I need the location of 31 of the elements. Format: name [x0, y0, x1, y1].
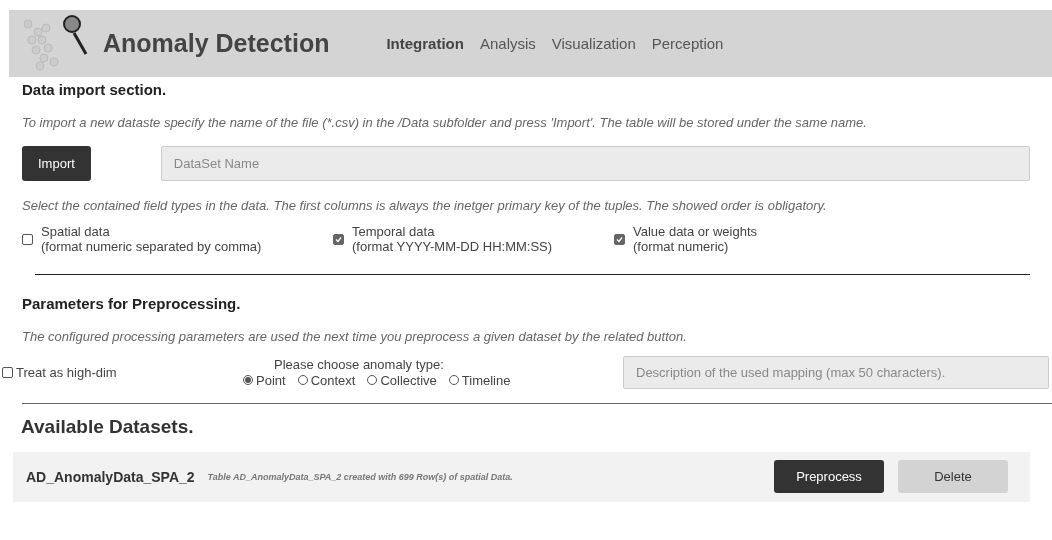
checkbox[interactable] — [333, 234, 344, 246]
nav-tab[interactable]: Visualization — [549, 31, 638, 56]
instruction-text: To import a new dataste specify the name of the file (*.csv) in the /Data subfolder and press 'Import'. The table will be stored under the same name. — [22, 115, 868, 130]
dataset-name-field[interactable]: DataSet Name — [160, 146, 1030, 181]
nav-tab[interactable]: Integration — [384, 31, 466, 56]
section-heading: Data import section. — [22, 81, 168, 98]
checkbox-label: Treat as high-dim — [16, 364, 117, 380]
checkbox[interactable] — [22, 234, 33, 246]
radio-label: Point — [256, 372, 286, 388]
app-title: Anomaly Detection — [103, 29, 330, 58]
checkbox-label: Value data or weights (format numeric) — [633, 225, 758, 255]
checkbox-label: Spatial data (format numeric separated by comma) — [41, 225, 262, 255]
checkbox-label: Temporal data (format YYYY-MM-DD HH:MM:SS) — [352, 225, 553, 255]
section-heading: Parameters for Preprocessing. — [22, 294, 242, 312]
instruction-text: The configured processing parameters are used the next time you preprocess a given dataset by the related button. — [22, 328, 688, 344]
delete-button[interactable]: Delete — [898, 460, 1008, 494]
checkbox[interactable] — [614, 234, 625, 246]
section-heading: Available Datasets. — [21, 415, 195, 438]
checkbox[interactable] — [2, 366, 13, 378]
description-field[interactable]: Description of the used mapping (max 50 characters). — [623, 355, 1049, 389]
dataset-name: AD_AnomalyData_SPA_2 — [26, 468, 195, 485]
import-button[interactable]: Import — [22, 146, 91, 181]
nav-tab[interactable]: Perception — [649, 31, 726, 56]
preprocess-button[interactable]: Preprocess — [774, 460, 884, 494]
radio-label: Context — [310, 372, 356, 388]
radio-label: Collective — [380, 372, 437, 388]
dataset-info: Table AD_AnomalyData_SPA_2 created with 699 Row(s) of spatial Data. — [207, 471, 514, 482]
radio-group-label: Please choose anomaly type: — [274, 356, 444, 372]
radio-label: Timeline — [461, 372, 511, 388]
nav-tab[interactable]: Analysis — [477, 31, 538, 56]
instruction-text: Select the contained field types in the data. The first columns is always the inetger primary key of the tuples. The showed order is obligatory. — [22, 198, 828, 213]
